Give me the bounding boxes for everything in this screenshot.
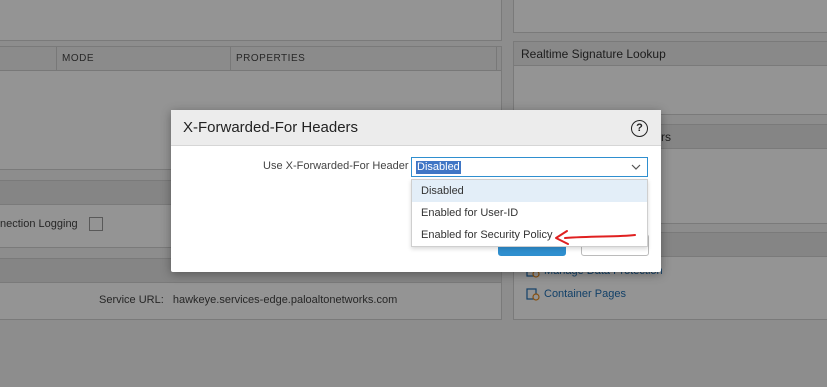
option-enabled-user-id[interactable]: Enabled for User-ID [412,202,647,224]
dialog-title: X-Forwarded-For Headers [183,119,359,136]
xff-header-select[interactable]: Disabled [411,157,648,177]
red-annotation-arrow [555,230,636,245]
option-disabled[interactable]: Disabled [412,180,647,202]
xff-header-selected-value: Disabled [416,161,461,174]
dialog-header: X-Forwarded-For Headers ? [171,110,661,146]
chevron-down-icon[interactable] [631,162,641,172]
xff-header-label: Use X-Forwarded-For Header [263,160,409,172]
help-icon[interactable]: ? [631,120,648,137]
